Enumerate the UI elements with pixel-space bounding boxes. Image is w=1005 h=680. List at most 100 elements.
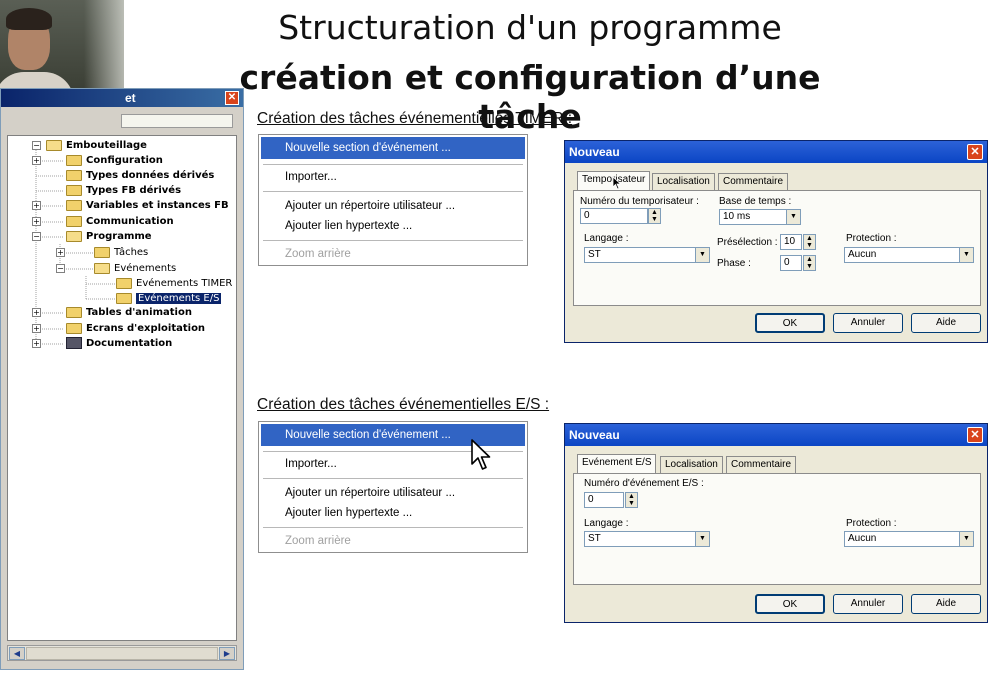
documentation-icon	[66, 337, 82, 349]
tab-commentaire[interactable]: Commentaire	[718, 173, 789, 190]
spin-up-icon[interactable]: ▲	[806, 256, 813, 263]
expand-icon[interactable]: +	[32, 324, 41, 333]
timer-number-spinner[interactable]: ▲ ▼	[648, 208, 661, 224]
menu-separator	[263, 164, 523, 165]
cancel-button[interactable]: Annuler	[833, 594, 903, 614]
time-base-select[interactable]: 10 ms ▼	[719, 209, 801, 225]
spin-down-icon[interactable]: ▼	[628, 500, 635, 507]
expand-icon[interactable]: +	[32, 201, 41, 210]
tree-label: Evénements TIMER	[136, 278, 233, 289]
dialog-titlebar[interactable]: Nouveau ✕	[565, 424, 987, 446]
menu-item-zoom-out: Zoom arrière	[285, 248, 351, 260]
menu-item-add-hyperlink[interactable]: Ajouter lien hypertexte ...	[261, 502, 525, 524]
expand-icon[interactable]: +	[32, 339, 41, 348]
menu-item-add-user-dir[interactable]: Ajouter un répertoire utilisateur ...	[261, 482, 525, 504]
help-button[interactable]: Aide	[911, 313, 981, 333]
spin-down-icon[interactable]: ▼	[806, 263, 813, 270]
ok-button[interactable]: OK	[755, 313, 825, 333]
ok-button[interactable]: OK	[755, 594, 825, 614]
collapse-icon[interactable]: −	[56, 264, 65, 273]
tree-label: Types FB dérivés	[86, 185, 182, 196]
collapse-icon[interactable]: −	[32, 232, 41, 241]
spin-down-icon[interactable]: ▼	[651, 216, 658, 223]
close-icon[interactable]: ✕	[967, 144, 983, 160]
spin-up-icon[interactable]: ▲	[628, 493, 635, 500]
spin-up-icon[interactable]: ▲	[651, 209, 658, 216]
phase-input[interactable]: 0	[780, 255, 802, 271]
section-heading-io: Création des tâches événementielles E/S …	[257, 396, 550, 413]
folder-icon	[66, 215, 82, 227]
protection-label: Protection :	[846, 518, 897, 529]
chevron-down-icon[interactable]: ▼	[695, 532, 709, 546]
timer-number-input[interactable]: 0	[580, 208, 648, 224]
language-label: Langage :	[584, 233, 629, 244]
collapse-icon[interactable]: −	[32, 141, 41, 150]
scrollbar-thumb[interactable]	[26, 647, 218, 660]
menu-item-new-event-section[interactable]: Nouvelle section d'événement ...	[261, 137, 525, 159]
preselection-spinner[interactable]: ▲ ▼	[803, 234, 816, 250]
event-number-label: Numéro d'événement E/S :	[584, 478, 704, 489]
spin-up-icon[interactable]: ▲	[806, 235, 813, 242]
scroll-right-icon[interactable]: ▶	[219, 647, 235, 660]
tree-label: Communication	[86, 216, 174, 227]
menu-item-add-hyperlink[interactable]: Ajouter lien hypertexte ...	[261, 215, 525, 237]
help-button[interactable]: Aide	[911, 594, 981, 614]
project-tree[interactable]: − Embouteillage + Configuration Types do…	[7, 135, 237, 641]
menu-separator	[263, 240, 523, 241]
tree-label: Programme	[86, 231, 152, 242]
menu-item-import[interactable]: Importer...	[261, 166, 525, 188]
expand-icon[interactable]: +	[32, 308, 41, 317]
dialog-title: Nouveau	[569, 428, 620, 442]
tab-commentaire[interactable]: Commentaire	[726, 456, 797, 473]
chevron-down-icon[interactable]: ▼	[695, 248, 709, 262]
event-number-input[interactable]: 0	[584, 492, 624, 508]
phase-spinner[interactable]: ▲ ▼	[803, 255, 816, 271]
folder-icon	[116, 292, 132, 304]
folder-icon	[66, 322, 82, 334]
section-heading-timer: Création des tâches événementielles TIME…	[257, 110, 573, 127]
expand-icon[interactable]: +	[32, 217, 41, 226]
preselection-input[interactable]: 10	[780, 234, 802, 250]
tab-evenement-es[interactable]: Evénement E/S	[577, 454, 657, 473]
chevron-down-icon[interactable]: ▼	[786, 210, 800, 224]
close-icon[interactable]: ✕	[967, 427, 983, 443]
tab-localisation[interactable]: Localisation	[652, 173, 715, 190]
language-value: ST	[588, 249, 601, 260]
context-menu-timer: Nouvelle section d'événement ... Importe…	[258, 134, 528, 266]
project-browser-filter[interactable]	[121, 114, 233, 128]
folder-icon	[66, 184, 82, 196]
spin-down-icon[interactable]: ▼	[806, 242, 813, 249]
language-select[interactable]: ST ▼	[584, 531, 710, 547]
slide-title: Structuration d'un programme	[278, 8, 782, 47]
dialog-title: Nouveau	[569, 145, 620, 159]
event-number-spinner[interactable]: ▲ ▼	[625, 492, 638, 508]
cancel-button[interactable]: Annuler	[833, 313, 903, 333]
tree-label-selected: Evénements E/S	[136, 293, 222, 304]
expand-icon[interactable]: +	[56, 248, 65, 257]
project-browser-panel: et ✕ − Embouteillage + Configuration Typ…	[0, 88, 244, 670]
protection-select[interactable]: Aucun ▼	[844, 531, 974, 547]
close-icon[interactable]: ✕	[225, 91, 239, 105]
preselection-label: Présélection :	[717, 237, 778, 248]
horizontal-scrollbar[interactable]: ◀ ▶	[7, 645, 237, 661]
folder-open-icon	[94, 262, 110, 274]
cursor-icon	[612, 176, 622, 190]
folder-icon	[94, 246, 110, 258]
tab-localisation[interactable]: Localisation	[660, 456, 723, 473]
menu-separator	[263, 191, 523, 192]
chevron-down-icon[interactable]: ▼	[959, 532, 973, 546]
expand-icon[interactable]: +	[32, 156, 41, 165]
menu-item-zoom-out: Zoom arrière	[285, 535, 351, 547]
protection-select[interactable]: Aucun ▼	[844, 247, 974, 263]
tree-label: Embouteillage	[66, 140, 147, 151]
folder-open-icon	[46, 139, 62, 151]
menu-item-add-user-dir[interactable]: Ajouter un répertoire utilisateur ...	[261, 195, 525, 217]
folder-icon	[66, 154, 82, 166]
folder-open-icon	[66, 230, 82, 242]
scroll-left-icon[interactable]: ◀	[9, 647, 25, 660]
dialog-titlebar[interactable]: Nouveau ✕	[565, 141, 987, 163]
project-browser-titlebar[interactable]: et ✕	[1, 89, 243, 107]
time-base-value: 10 ms	[723, 211, 751, 222]
language-select[interactable]: ST ▼	[584, 247, 710, 263]
chevron-down-icon[interactable]: ▼	[959, 248, 973, 262]
